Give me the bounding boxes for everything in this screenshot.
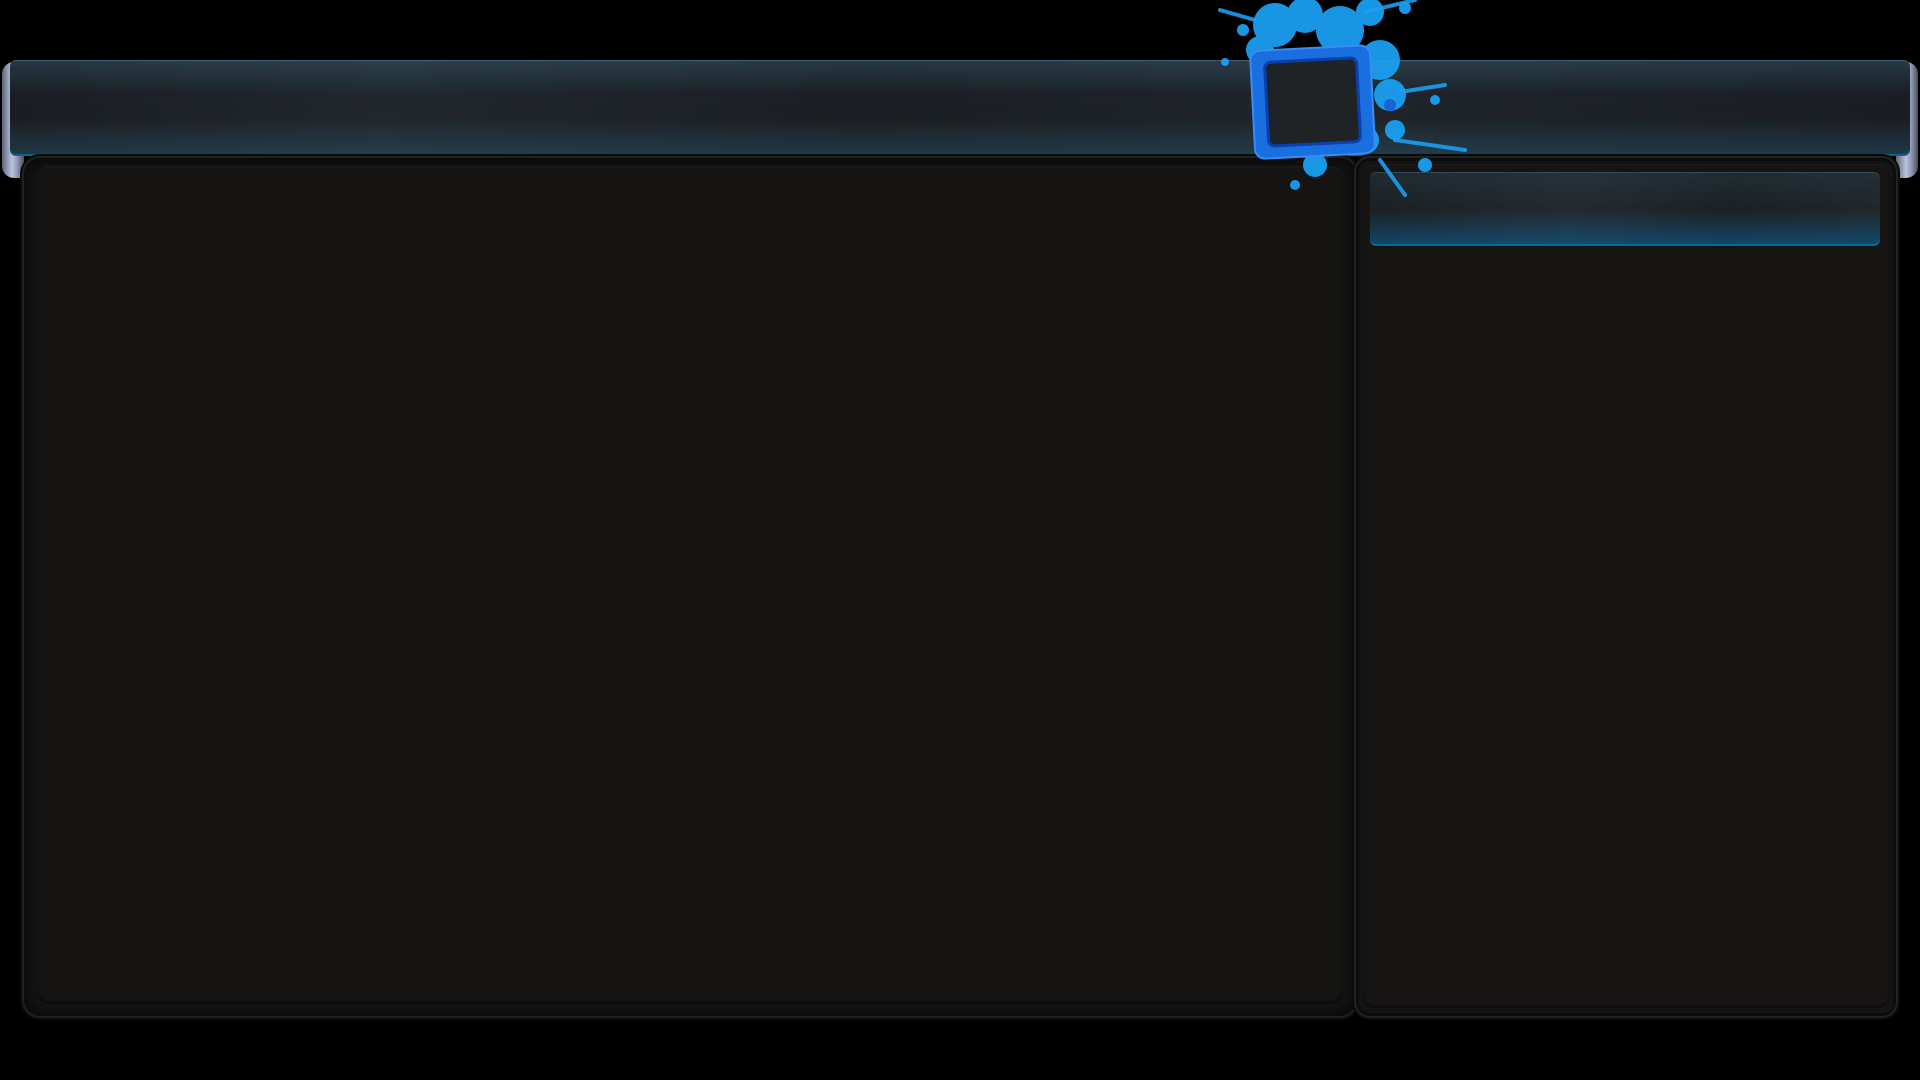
main-content-area xyxy=(36,166,1344,1004)
top-header-bar xyxy=(10,60,1910,156)
side-panel-header xyxy=(1370,172,1880,246)
main-content-panel xyxy=(22,156,1358,1018)
side-panel-area xyxy=(1362,164,1890,1008)
side-panel xyxy=(1354,156,1898,1018)
app-frame xyxy=(0,0,1920,1080)
